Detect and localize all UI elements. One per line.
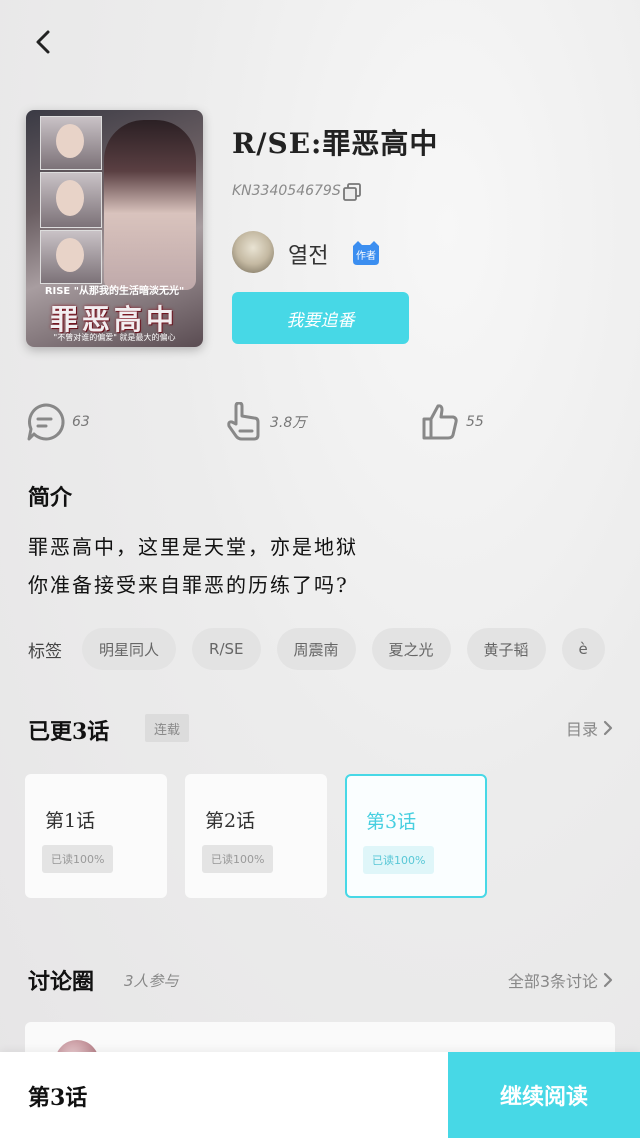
episode-read-badge: 已读100%: [363, 846, 435, 874]
discussion-participants: 3人参与: [124, 972, 179, 990]
episode-title: 第3话: [366, 811, 417, 833]
all-discussions-link[interactable]: 全部3条讨论: [508, 968, 614, 992]
episode-read-badge: 已读100%: [42, 845, 114, 873]
book-cover: RISE "从那我的生活暗淡无光" 罪恶高中 "不曾对谁的偏爱" 就是最大的偏心: [26, 110, 203, 347]
tags-label: 标签: [28, 642, 62, 662]
continue-reading-button[interactable]: 继续阅读: [448, 1052, 640, 1138]
author-badge: 作者: [350, 240, 382, 266]
comment-stat[interactable]: 63: [26, 400, 90, 444]
tag-chip[interactable]: R/SE: [192, 628, 261, 670]
comment-icon: [27, 403, 65, 441]
chevron-right-icon: [603, 972, 613, 988]
like-count: 3.8万: [270, 415, 307, 431]
episode-read-badge: 已读100%: [202, 845, 274, 873]
intro-heading: 简介: [28, 485, 73, 511]
chevron-right-icon: [603, 720, 613, 736]
intro-line: 你准备接受来自罪恶的历练了吗?: [28, 573, 349, 597]
discussion-heading: 讨论圈: [28, 969, 95, 995]
intro-line: 罪恶高中，这里是天堂，亦是地狱: [28, 535, 358, 559]
catalog-link[interactable]: 目录: [566, 716, 614, 740]
tag-chip[interactable]: 夏之光: [371, 628, 451, 670]
episode-card-current[interactable]: 第3话 已读100%: [345, 774, 487, 898]
thumb-count: 55: [466, 414, 484, 430]
tag-chip[interactable]: è: [561, 628, 605, 670]
follow-button[interactable]: 我要追番: [232, 292, 409, 344]
svg-text:作者: 作者: [356, 250, 376, 262]
cover-subtitle: RISE "从那我的生活暗淡无光": [44, 286, 185, 297]
catalog-label: 目录: [565, 720, 598, 739]
author-avatar[interactable]: [232, 231, 274, 273]
back-button[interactable]: [22, 22, 62, 62]
episode-title: 第1话: [45, 810, 96, 832]
book-title: R/SE:罪恶高中: [232, 127, 439, 160]
comment-count: 63: [72, 414, 90, 430]
all-discussions-label: 全部3条讨论: [507, 972, 598, 991]
thumbs-up-icon: [422, 404, 458, 440]
tap-hand-icon: [227, 402, 260, 441]
episode-card[interactable]: 第1话 已读100%: [25, 774, 167, 898]
cat-badge-icon: 作者: [353, 241, 379, 265]
intro-text: 罪恶高中，这里是天堂，亦是地狱 你准备接受来自罪恶的历练了吗?: [28, 528, 358, 604]
book-code: KN334054679S: [232, 183, 341, 199]
tag-chip[interactable]: 周震南: [276, 628, 356, 670]
chevron-left-icon: [36, 30, 50, 54]
current-episode-label: 第3话: [28, 1085, 88, 1111]
tag-list: 明星同人 R/SE 周震南 夏之光 黄子韬 è: [82, 628, 605, 670]
author-name[interactable]: 열전: [288, 238, 328, 270]
copy-icon[interactable]: [342, 182, 362, 202]
serial-status-badge: 连载: [145, 714, 190, 742]
episode-title: 第2话: [205, 810, 256, 832]
episodes-heading: 已更3话: [28, 719, 110, 745]
like-stat[interactable]: 3.8万: [224, 400, 306, 444]
cover-tagline: "不曾对谁的偏爱" 就是最大的偏心: [53, 333, 176, 342]
episode-card[interactable]: 第2话 已读100%: [185, 774, 327, 898]
tag-chip[interactable]: 明星同人: [82, 628, 177, 670]
thumb-stat[interactable]: 55: [420, 400, 484, 444]
tag-chip[interactable]: 黄子韬: [466, 628, 546, 670]
